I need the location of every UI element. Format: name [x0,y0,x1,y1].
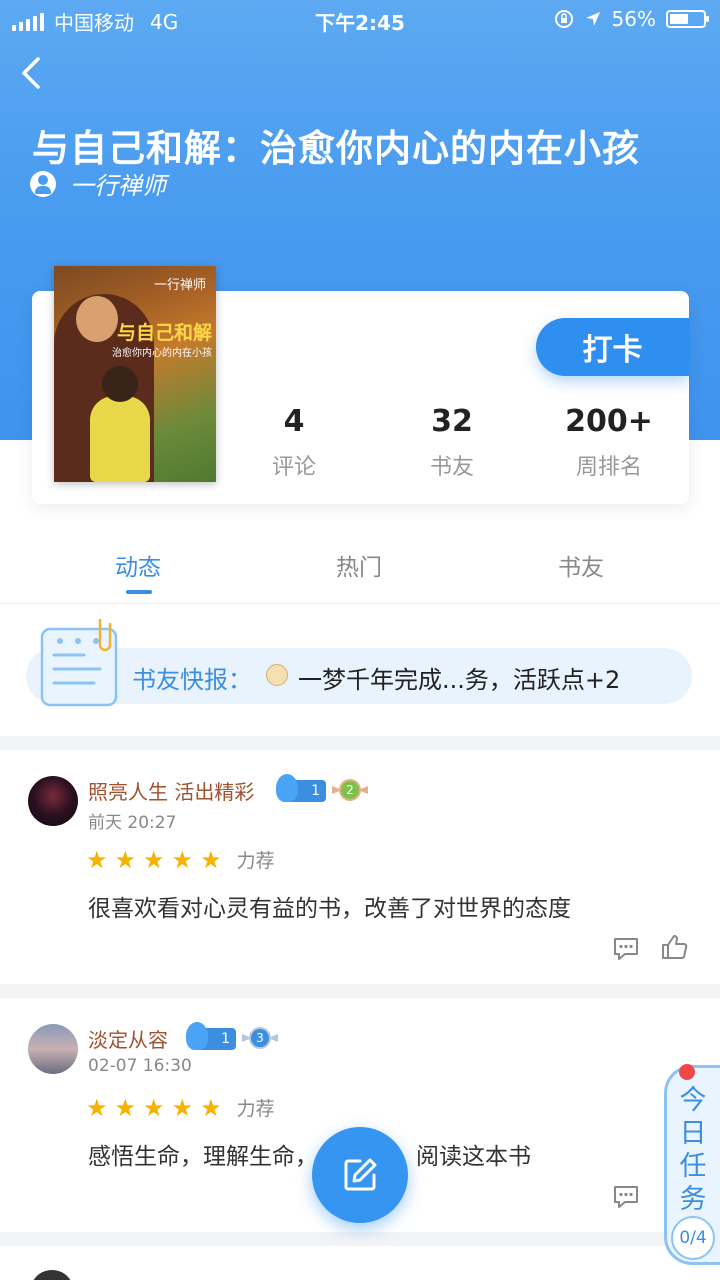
username[interactable]: 照亮人生 活出精彩 [88,776,254,805]
comment-icon[interactable] [612,1184,640,1210]
badge-number: 3 [256,1031,264,1045]
tab-bar: 动态 热门 书友 [0,540,720,604]
star-icon: ★ [171,845,194,874]
cover-child [90,396,150,482]
cover-subtitle: 治愈你内心的内在小孩 [112,348,212,359]
rating: ★ ★ ★ ★ ★ 力荐 [86,1094,275,1121]
level-number: 1 [311,783,320,799]
status-bar: 中国移动 4G 下午2:45 56% [0,0,720,38]
news-avatar [266,664,288,686]
stat-value: 200+ [565,404,653,439]
write-post-button[interactable] [312,1127,408,1223]
book-title: 与自己和解：治愈你内心的内在小孩 [32,127,640,170]
stat-value: 32 [431,404,473,439]
chevron-left-icon [22,57,40,89]
author-name: 一行禅师 [70,172,166,200]
notebook-icon [40,619,118,707]
location-icon [585,12,600,26]
cover-child-head [102,366,138,402]
rating-label: 力荐 [236,850,275,872]
post-content-tail: 阅读这本书 [416,1144,531,1170]
post-time: 前天 20:27 [88,813,177,833]
tab-activity[interactable]: 动态 [68,548,208,582]
star-icon: ★ [200,1093,222,1122]
section-divider [0,736,720,750]
lock-rotation-icon [554,10,573,28]
back-button[interactable] [18,55,48,91]
tab-underline [126,590,152,594]
flame-icon [276,774,298,802]
badge-number: 2 [346,783,354,797]
news-label: 书友快报： [132,666,252,694]
post-content: 很喜欢看对心灵有益的书，改善了对世界的态度 [88,896,571,922]
star-icon: ★ [114,1093,137,1122]
cover-title: 与自己和解 [116,322,212,344]
stat-weekly-rank[interactable]: 200+ 周排名 [549,404,669,481]
tab-popular[interactable]: 热门 [289,548,429,582]
rating: ★ ★ ★ ★ ★ 力荐 [86,846,275,873]
like-icon[interactable] [660,934,688,960]
level-number: 1 [221,1031,230,1047]
star-icon: ★ [200,845,222,874]
rank-badge-icon: 2 [332,779,368,801]
checkin-button[interactable]: 打卡 [536,318,689,376]
avatar[interactable] [28,1024,78,1074]
avatar[interactable] [28,776,78,826]
news-text: 一梦千年完成...务，活跃点+2 [298,666,621,694]
username[interactable]: 淡定从容 [88,1024,168,1053]
task-count: 0/4 [671,1216,715,1260]
task-label-text: 今日任务 [679,1085,707,1215]
star-icon: ★ [143,1093,165,1122]
flame-icon [186,1022,208,1050]
stat-friends[interactable]: 32 书友 [392,404,512,481]
daily-task-panel[interactable]: 今日任务 0/4 [664,1064,720,1265]
stat-label: 评论 [271,455,316,480]
author-link[interactable]: 一行禅师 [30,166,166,201]
book-cover[interactable]: 一行禅师 与自己和解 治愈你内心的内在小孩 [54,266,216,482]
level-badge: 1 [186,1022,236,1050]
post-content: 感悟生命，理解生命， [88,1144,318,1170]
cover-author: 一行禅师 [153,278,206,293]
post-time: 02-07 16:30 [88,1056,192,1076]
battery-icon [666,10,709,28]
section-divider [0,1232,720,1246]
cover-figure-head [76,296,118,342]
star-icon: ★ [114,845,137,874]
edit-icon [344,1158,377,1191]
stat-label: 书友 [429,455,474,480]
user-icon [30,170,56,197]
star-icon: ★ [171,1093,194,1122]
star-icon: ★ [86,1093,108,1122]
stat-comments[interactable]: 4 评论 [234,404,354,481]
post-card[interactable]: 照亮人生 活出精彩 1 2 前天 20:27 ★ ★ ★ ★ ★ 力荐 很喜欢看… [0,750,720,984]
notification-dot [679,1064,695,1080]
tab-friends[interactable]: 书友 [511,548,651,582]
news-ticker[interactable]: 书友快报： 一梦千年完成...务，活跃点+2 [26,648,692,704]
stat-value: 4 [283,404,305,439]
rank-badge-icon: 3 [242,1027,278,1049]
comment-icon[interactable] [612,936,640,962]
star-icon: ★ [143,845,165,874]
avatar[interactable] [30,1270,74,1280]
page: 中国移动 4G 下午2:45 56% 与自己和解：治愈你内心的内在小孩 一行禅师… [0,0,720,1280]
battery-percent: 56% [611,7,656,31]
star-icon: ★ [86,845,108,874]
rating-label: 力荐 [236,1098,275,1120]
level-badge: 1 [276,774,326,802]
section-divider [0,984,720,998]
stat-label: 周排名 [575,455,642,480]
task-label: 今日任务 [667,1084,719,1216]
